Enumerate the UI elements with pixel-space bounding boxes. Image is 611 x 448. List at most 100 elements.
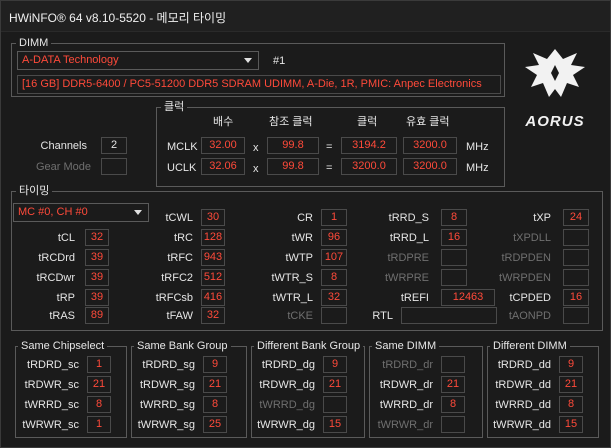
timing-value-twtr-l: 32: [321, 289, 347, 306]
turnaround-label-twrwr-dd: tWRWR_dd: [493, 419, 551, 431]
turnaround-value-twrrd-dr: 8: [441, 396, 465, 413]
group-title-same-bank-group: Same Bank Group: [134, 339, 231, 353]
turnaround-value-trdrd-dg: 9: [323, 356, 347, 373]
turnaround-value-trdrd-sg: 9: [203, 356, 227, 373]
clock-group-label: 클럭: [161, 100, 188, 114]
channels-value: 2: [101, 137, 127, 154]
timing-value-twrpden: [563, 269, 589, 286]
turnaround-value-twrrd-dg: [323, 396, 347, 413]
channels-label: Channels: [40, 140, 87, 152]
timing-value-tfaw: 32: [201, 307, 225, 324]
turnaround-label-twrwr-dr: tWRWR_dr: [377, 419, 433, 431]
timing-value-txpdll: [563, 229, 589, 246]
timing-label-trcdwr: tRCDwr: [36, 272, 76, 284]
timing-value-cr: 1: [321, 209, 347, 226]
turnaround-label-twrwr-sg: tWRWR_sg: [137, 419, 195, 431]
timing-label-trrd-s: tRRD_S: [388, 212, 429, 224]
timing-label-twrpden: tWRPDEN: [499, 272, 551, 284]
turnaround-label-trdrd-dd: tRDRD_dd: [497, 359, 551, 371]
uclk-multiplier: 32.06: [201, 158, 245, 175]
timing-value-taonpd: [563, 307, 589, 324]
turnaround-label-twrrd-dg: tWRRD_dg: [259, 399, 315, 411]
timing-value-tcke: [321, 307, 347, 324]
timing-value-trfc2: 512: [201, 269, 225, 286]
turnaround-value-twrwr-dr: [441, 416, 465, 433]
timing-label-tcl: tCL: [57, 232, 75, 244]
module-select-value: A-DATA Technology: [22, 54, 119, 66]
timing-value-trp: 39: [85, 289, 109, 306]
memory-timings-window: HWiNFO® 64 v8.10-5520 - 메모리 타이밍 DIMM A-D…: [0, 0, 611, 448]
timing-value-twrpre: [441, 269, 467, 286]
channel-select-value: MC #0, CH #0: [18, 206, 88, 218]
turnaround-value-trdwr-sc: 21: [87, 376, 111, 393]
turnaround-label-twrrd-dd: tWRRD_dd: [495, 399, 551, 411]
mclk-equals: =: [326, 141, 333, 153]
turnaround-label-trdwr-dd: tRDWR_dd: [495, 379, 551, 391]
timing-label-tfaw: tFAW: [166, 310, 193, 322]
timing-label-trfc2: tRFC2: [161, 272, 193, 284]
turnaround-label-trdwr-sc: tRDWR_sc: [24, 379, 79, 391]
slot-label: #1: [273, 55, 286, 67]
turnaround-label-twrrd-sc: tWRRD_sc: [24, 399, 79, 411]
timing-label-trdpden: tRDPDEN: [501, 252, 551, 264]
timing-label-trdpre: tRDPRE: [387, 252, 429, 264]
timing-value-trfcsb: 416: [201, 289, 225, 306]
mclk-ref-clock: 99.8: [267, 137, 319, 154]
group-title-same-dimm: Same DIMM: [372, 339, 440, 353]
uclk-clock: 3200.0: [341, 158, 397, 175]
timing-label-twtr-l: tWTR_L: [272, 292, 313, 304]
timing-label-tcwl: tCWL: [165, 212, 194, 224]
timing-label-taonpd: tAONPD: [508, 310, 551, 322]
timing-value-trcdwr: 39: [85, 269, 109, 286]
timing-value-tcpded: 16: [563, 289, 589, 306]
timing-value-tcl: 32: [85, 229, 109, 246]
timing-label-trfcsb: tRFCsb: [155, 292, 193, 304]
header-effective-clock: 유효 클럭: [406, 116, 450, 128]
timing-value-twtr-s: 8: [321, 269, 347, 286]
gear-mode-label: Gear Mode: [35, 161, 91, 173]
uclk-label: UCLK: [167, 162, 197, 174]
uclk-effective-clock: 3200.0: [403, 158, 457, 175]
timing-label-trc: tRC: [174, 232, 193, 244]
aorus-logo-text: AORUS: [525, 113, 585, 130]
channel-select[interactable]: MC #0, CH #0: [13, 203, 149, 222]
turnaround-value-twrwr-sg: 25: [203, 416, 227, 433]
chevron-down-icon: [134, 210, 142, 215]
timing-label-trrd-l: tRRD_L: [389, 232, 429, 244]
turnaround-label-twrwr-sc: tWRWR_sc: [22, 419, 79, 431]
turnaround-label-trdrd-sc: tRDRD_sc: [27, 359, 79, 371]
chevron-down-icon: [244, 58, 252, 63]
turnaround-value-trdwr-dr: 21: [441, 376, 465, 393]
timing-label-rtl: RTL: [372, 310, 393, 322]
timing-label-txpdll: tXPDLL: [513, 232, 551, 244]
timing-label-trp: tRP: [56, 292, 75, 304]
timing-label-trefi: tREFI: [400, 292, 429, 304]
turnaround-label-trdwr-dr: tRDWR_dr: [379, 379, 433, 391]
turnaround-value-trdwr-sg: 21: [203, 376, 227, 393]
turnaround-label-trdrd-dr: tRDRD_dr: [382, 359, 433, 371]
timing-label-cr: CR: [297, 212, 313, 224]
timing-value-twr: 96: [321, 229, 347, 246]
timing-label-trcdrd: tRCDrd: [38, 252, 75, 264]
timing-value-trdpre: [441, 249, 467, 266]
turnaround-value-trdwr-dd: 21: [559, 376, 583, 393]
turnaround-value-twrwr-sc: 1: [87, 416, 111, 433]
header-clock: 클럭: [357, 116, 378, 128]
timing-label-tcpded: tCPDED: [509, 292, 551, 304]
timing-value-rtl: [401, 307, 497, 324]
turnaround-value-twrrd-dd: 8: [559, 396, 583, 413]
uclk-ref-clock: 99.8: [267, 158, 319, 175]
turnaround-value-twrrd-sc: 8: [87, 396, 111, 413]
uclk-unit: MHz: [466, 162, 489, 174]
module-description-text: [16 GB] DDR5-6400 / PC5-51200 DDR5 SDRAM…: [22, 78, 482, 90]
group-title-same-chipselect: Same Chipselect: [18, 339, 108, 353]
timing-value-trc: 128: [201, 229, 225, 246]
turnaround-label-trdwr-sg: tRDWR_sg: [139, 379, 195, 391]
mclk-clock: 3194.2: [341, 137, 397, 154]
turnaround-value-twrwr-dd: 15: [559, 416, 583, 433]
timing-value-tras: 89: [85, 307, 109, 324]
title-bar[interactable]: HWiNFO® 64 v8.10-5520 - 메모리 타이밍: [1, 1, 610, 32]
module-select[interactable]: A-DATA Technology: [17, 51, 259, 70]
timing-label-twtp: tWTP: [285, 252, 314, 264]
timing-value-trfc: 943: [201, 249, 225, 266]
